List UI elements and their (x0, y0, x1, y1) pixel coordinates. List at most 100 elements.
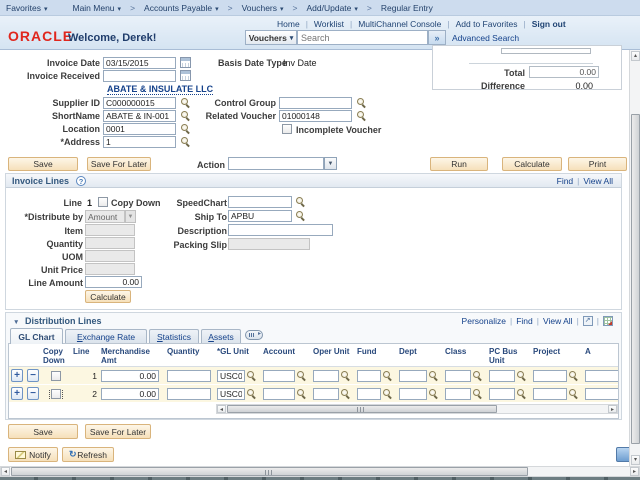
save-button-bottom[interactable]: Save (8, 424, 78, 439)
oper-unit-lookup-icon[interactable] (340, 388, 351, 399)
zoom-grid-icon[interactable] (582, 316, 593, 326)
grid-horizontal-scrollbar[interactable]: ◂ ▸ (216, 404, 618, 414)
project-input[interactable] (533, 369, 567, 382)
dept-lookup-icon[interactable] (428, 370, 439, 381)
advanced-search-link[interactable]: Advanced Search (452, 33, 519, 43)
fund-input[interactable] (357, 369, 381, 382)
scroll-up-icon[interactable]: ▴ (631, 51, 640, 61)
grid-scrollbar-thumb[interactable] (227, 405, 497, 413)
fund-input[interactable] (357, 387, 381, 400)
total-input[interactable] (529, 66, 599, 78)
address-input[interactable] (103, 136, 176, 148)
tab-statistics[interactable]: Statistics (149, 329, 199, 343)
page-scrollbar-thumb[interactable] (11, 467, 528, 476)
action-dropdown-icon[interactable] (324, 157, 337, 170)
breadcrumb-favorites[interactable]: Favorites (6, 3, 47, 13)
breadcrumb-accounts-payable[interactable]: Accounts Payable (144, 3, 219, 13)
quantity-input[interactable] (167, 369, 211, 382)
invoice-date-input[interactable] (103, 57, 176, 69)
action-select[interactable] (228, 157, 324, 170)
oper-unit-input[interactable] (313, 369, 339, 382)
speedchart-input[interactable] (228, 196, 292, 208)
multichannel-console-link[interactable]: MultiChannel Console (358, 19, 441, 29)
invoice-received-calendar-icon[interactable] (180, 70, 191, 81)
vertical-scrollbar-thumb[interactable] (631, 114, 640, 444)
save-for-later-button[interactable]: Save For Later (87, 157, 151, 171)
breadcrumb-add-update[interactable]: Add/Update (307, 3, 358, 13)
download-to-excel-icon[interactable] (603, 316, 613, 326)
tab-gl-chart[interactable]: GL Chart (10, 328, 63, 344)
personalize-link[interactable]: Personalize (462, 316, 506, 326)
delete-row-button[interactable] (27, 387, 39, 400)
related-voucher-lookup-icon[interactable] (356, 110, 367, 121)
copy-down-checkbox[interactable] (98, 197, 108, 207)
invoice-date-calendar-icon[interactable] (180, 57, 191, 68)
account-lookup-icon[interactable] (296, 370, 307, 381)
shortname-input[interactable] (103, 110, 176, 122)
line-calculate-button[interactable]: Calculate (85, 290, 131, 303)
add-row-button[interactable] (11, 369, 23, 382)
oper-unit-lookup-icon[interactable] (340, 370, 351, 381)
scroll-left-icon[interactable]: ◂ (217, 405, 226, 413)
line-amount-input[interactable] (85, 276, 142, 288)
dept-input[interactable] (399, 369, 427, 382)
control-group-lookup-icon[interactable] (356, 97, 367, 108)
project-lookup-icon[interactable] (568, 388, 579, 399)
search-go-button[interactable]: » (428, 30, 446, 45)
home-link[interactable]: Home (277, 19, 300, 29)
related-voucher-input[interactable] (279, 110, 352, 122)
class-lookup-icon[interactable] (472, 388, 483, 399)
pc-bus-unit-input[interactable] (489, 369, 515, 382)
fund-lookup-icon[interactable] (382, 370, 393, 381)
refresh-button[interactable]: Refresh (62, 447, 114, 462)
add-row-button[interactable] (11, 387, 23, 400)
address-lookup-icon[interactable] (180, 136, 191, 147)
help-icon[interactable] (76, 176, 86, 186)
invoice-lines-view-all-link[interactable]: View All (583, 176, 613, 186)
calculate-button[interactable]: Calculate (502, 157, 562, 171)
notify-button[interactable]: Notify (8, 447, 58, 462)
collapse-section-icon[interactable] (13, 316, 19, 326)
invoice-received-input[interactable] (103, 70, 176, 82)
description-input[interactable] (228, 224, 333, 236)
run-button[interactable]: Run (430, 157, 488, 171)
breadcrumb-main-menu[interactable]: Main Menu (72, 3, 121, 13)
show-all-tabs-icon[interactable] (245, 330, 263, 340)
gl-unit-lookup-icon[interactable] (246, 370, 257, 381)
supplier-name-link[interactable]: ABATE & INSULATE LLC (107, 84, 214, 95)
location-input[interactable] (103, 123, 176, 135)
delete-row-button[interactable] (27, 369, 39, 382)
quantity-input[interactable] (167, 387, 211, 400)
ship-to-input[interactable] (228, 210, 292, 222)
invoice-lines-find-link[interactable]: Find (557, 176, 574, 186)
merchandise-amt-input[interactable] (101, 369, 159, 382)
add-to-favorites-link[interactable]: Add to Favorites (456, 19, 518, 29)
dept-input[interactable] (399, 387, 427, 400)
class-lookup-icon[interactable] (472, 370, 483, 381)
gl-unit-input[interactable] (217, 369, 245, 382)
scroll-down-icon[interactable]: ▾ (631, 455, 640, 465)
pc-bus-unit-lookup-icon[interactable] (516, 388, 527, 399)
account-input[interactable] (263, 369, 295, 382)
row-copy-down-checkbox[interactable] (49, 388, 63, 399)
row-copy-down-checkbox[interactable] (51, 370, 61, 381)
page-horizontal-scrollbar[interactable]: ◂ ▸ (0, 466, 640, 477)
dept-lookup-icon[interactable] (428, 388, 439, 399)
gl-unit-input[interactable] (217, 387, 245, 400)
distribution-find-link[interactable]: Find (516, 316, 533, 326)
tab-assets[interactable]: Assets (201, 329, 241, 343)
save-button[interactable]: Save (8, 157, 78, 171)
supplier-id-input[interactable] (103, 97, 176, 109)
oper-unit-input[interactable] (313, 387, 339, 400)
project-lookup-icon[interactable] (568, 370, 579, 381)
distribution-view-all-link[interactable]: View All (543, 316, 573, 326)
breadcrumb-vouchers[interactable]: Vouchers (242, 3, 284, 13)
vertical-scrollbar[interactable]: ▴ ▾ (629, 50, 640, 466)
speedchart-lookup-icon[interactable] (295, 196, 306, 207)
gl-unit-lookup-icon[interactable] (246, 388, 257, 399)
scroll-right-icon[interactable]: ▸ (630, 467, 639, 476)
ship-to-lookup-icon[interactable] (295, 210, 306, 221)
incomplete-voucher-checkbox[interactable] (282, 124, 292, 134)
save-for-later-button-bottom[interactable]: Save For Later (85, 424, 151, 439)
search-input[interactable] (297, 30, 428, 45)
